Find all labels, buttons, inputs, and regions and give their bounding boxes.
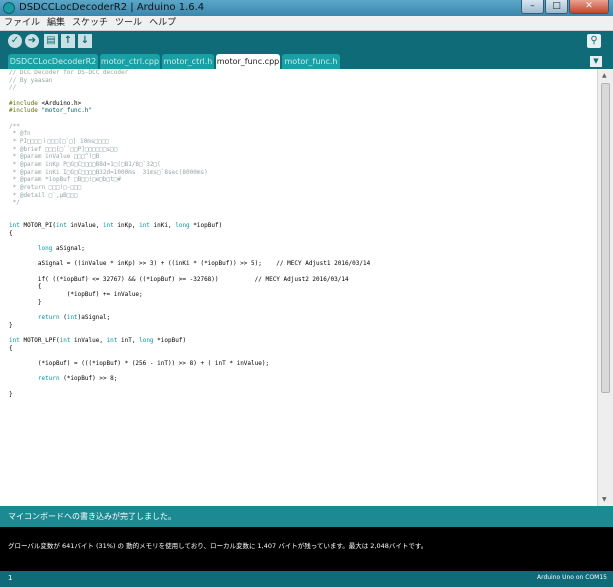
tab-motor-ctrl-h[interactable]: motor_ctrl.h bbox=[162, 54, 214, 69]
tab-dsdcclocdecoderr2[interactable]: DSDCCLocDecoderR2 bbox=[8, 54, 98, 69]
new-sketch-button[interactable]: ▤ bbox=[44, 34, 58, 48]
menu-tools[interactable]: ツール bbox=[111, 16, 145, 30]
arrow-right-icon: ➜ bbox=[27, 35, 37, 46]
scroll-up-icon[interactable]: ▲ bbox=[602, 72, 607, 79]
open-button[interactable]: ↑ bbox=[61, 34, 75, 48]
code-line: if( ((*iopBuf) <= 32767) && ((*iopBuf) >… bbox=[37, 275, 349, 283]
code-line: } bbox=[37, 298, 42, 306]
code-line: #include "motor_func.h" bbox=[9, 107, 93, 115]
code-line: // By yaasan bbox=[9, 76, 53, 84]
vertical-scrollbar[interactable]: ▲ ▼ bbox=[597, 69, 613, 506]
code-line: (*iopBuf) = (((*iopBuf) * (256 - inT)) >… bbox=[37, 359, 270, 367]
code-line: { bbox=[9, 229, 13, 237]
serial-monitor-button[interactable]: ⚲ bbox=[587, 34, 601, 48]
code-line: * @param *iopBuf □B□□!□e□b□t□# bbox=[9, 176, 121, 184]
board-info: Arduino Uno on COM15 bbox=[536, 574, 607, 581]
code-line: // DCC Decoder for DS-DCC decoder bbox=[9, 69, 129, 76]
menu-help[interactable]: ヘルプ bbox=[145, 16, 179, 30]
tab-bar: DSDCCLocDecoderR2 motor_ctrl.cpp motor_c… bbox=[0, 52, 613, 69]
close-button[interactable]: ✕ bbox=[569, 0, 609, 14]
code-line: { bbox=[37, 283, 42, 291]
tab-motor-func-cpp[interactable]: motor_func.cpp bbox=[216, 54, 280, 69]
tab-motor-ctrl-cpp[interactable]: motor_ctrl.cpp bbox=[100, 54, 160, 69]
triangle-down-icon: ▼ bbox=[593, 57, 599, 65]
code-line: } bbox=[9, 390, 13, 398]
arrow-down-icon: ↓ bbox=[80, 35, 90, 46]
code-line: return (*iopBuf) >> 8; bbox=[37, 375, 118, 383]
code-line: /** bbox=[9, 122, 20, 130]
verify-button[interactable]: ✓ bbox=[8, 34, 22, 48]
scrollbar-thumb[interactable] bbox=[601, 83, 610, 393]
menu-bar: ファイル 編集 スケッチ ツール ヘルプ bbox=[0, 16, 613, 31]
menu-file[interactable]: ファイル bbox=[0, 16, 43, 30]
code-line: } bbox=[9, 321, 13, 329]
code-line: * @return □□□!□-□□□ bbox=[9, 183, 82, 191]
code-line: // bbox=[9, 84, 17, 92]
minimize-button[interactable]: – bbox=[521, 0, 544, 14]
code-line: return (int)aSignal; bbox=[37, 314, 111, 321]
code-line: * @fn bbox=[9, 130, 31, 138]
code-line: * @param inKp P□G□C□□□□B8d=1□(□B1/8□`32□… bbox=[9, 160, 161, 168]
status-bar: マイコンボードへの書き込みが完了しました。 bbox=[0, 506, 613, 526]
arduino-app-icon bbox=[3, 2, 15, 14]
tab-menu-button[interactable]: ▼ bbox=[590, 56, 602, 67]
magnifier-icon: ⚲ bbox=[590, 35, 598, 46]
code-line: * PI□□□□ｉ□□□[□`□] 10ms□□□□ bbox=[9, 137, 109, 145]
toolbar: ✓ ➜ ▤ ↑ ↓ ⚲ bbox=[0, 31, 613, 52]
console-output: グローバル変数が 641バイト (31%) の 動的メモリを使用しており、ローカ… bbox=[0, 526, 613, 571]
code-line: int MOTOR_PI(int inValue, int inKp, int … bbox=[9, 222, 223, 230]
tab-motor-func-h[interactable]: motor_func.h bbox=[282, 54, 340, 69]
title-bar: DSDCCLocDecoderR2 | Arduino 1.6.4 – □ ✕ bbox=[0, 0, 613, 16]
menu-sketch[interactable]: スケッチ bbox=[68, 16, 111, 30]
scroll-down-icon[interactable]: ▼ bbox=[602, 496, 607, 503]
code-text[interactable]: // DCC Decoder for DS-DCC decoder // By … bbox=[9, 69, 370, 398]
document-icon: ▤ bbox=[46, 35, 56, 46]
code-line: */ bbox=[9, 199, 20, 207]
code-line: long aSignal; bbox=[37, 245, 85, 253]
code-line: * @detail □`,μB□□□ bbox=[9, 191, 78, 199]
check-icon: ✓ bbox=[10, 35, 20, 46]
window-controls: – □ ✕ bbox=[520, 0, 609, 14]
code-line: * @brief □□□[□``□□P]□□□□□□s□□ bbox=[9, 145, 118, 153]
status-message: マイコンボードへの書き込みが完了しました。 bbox=[8, 512, 176, 521]
maximize-button[interactable]: □ bbox=[545, 0, 568, 14]
line-number: 1 bbox=[8, 574, 13, 582]
menu-edit[interactable]: 編集 bbox=[43, 16, 68, 30]
code-line: * @param inKi I□G□C□□□□B32d=1000ms 31ms□… bbox=[9, 168, 208, 176]
upload-button[interactable]: ➜ bbox=[25, 34, 39, 48]
save-button[interactable]: ↓ bbox=[78, 34, 92, 48]
arrow-up-icon: ↑ bbox=[63, 35, 73, 46]
code-editor[interactable]: // DCC Decoder for DS-DCC decoder // By … bbox=[0, 69, 597, 506]
code-line: { bbox=[9, 344, 13, 352]
window-title: DSDCCLocDecoderR2 | Arduino 1.6.4 bbox=[19, 2, 205, 13]
code-line: (*iopBuf) += inValue; bbox=[66, 291, 143, 299]
code-line: #include <Arduino.h> bbox=[9, 99, 82, 107]
footer-bar: 1 Arduino Uno on COM15 bbox=[0, 571, 613, 587]
code-line: * @param inValue □□□^!□B bbox=[9, 153, 100, 161]
console-message: グローバル変数が 641バイト (31%) の 動的メモリを使用しており、ローカ… bbox=[8, 542, 428, 550]
code-line: aSignal = ((inValue * inKp) >> 3) + ((in… bbox=[37, 260, 371, 268]
code-line: int MOTOR_LPF(int inValue, int inT, long… bbox=[9, 336, 187, 344]
